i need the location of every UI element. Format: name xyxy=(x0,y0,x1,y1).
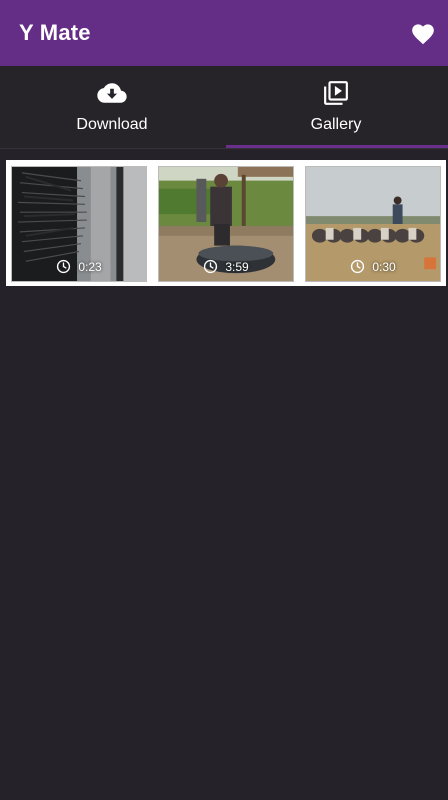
video-thumbnail[interactable]: 3:59 xyxy=(158,166,294,282)
video-duration-text: 0:23 xyxy=(78,259,102,274)
video-duration: 3:59 xyxy=(159,259,293,274)
tab-gallery-label: Gallery xyxy=(310,116,362,133)
tab-download-label: Download xyxy=(76,116,148,133)
tab-bar: Download Gallery xyxy=(0,66,448,150)
video-gallery: 0:23 3:59 0:30 xyxy=(6,160,446,286)
video-thumbnail[interactable]: 0:23 xyxy=(11,166,147,282)
tab-gallery[interactable]: Gallery xyxy=(224,66,448,150)
tab-divider xyxy=(0,148,448,149)
video-duration-text: 0:30 xyxy=(372,259,396,274)
cloud-download-icon xyxy=(97,78,127,108)
clock-icon xyxy=(350,259,365,274)
app-bar: Y Mate xyxy=(0,0,448,66)
tab-download[interactable]: Download xyxy=(0,66,224,150)
app-title: Y Mate xyxy=(19,20,91,45)
clock-icon xyxy=(56,259,71,274)
clock-icon xyxy=(203,259,218,274)
video-duration: 0:30 xyxy=(306,259,440,274)
video-library-icon xyxy=(321,78,351,108)
video-duration-text: 3:59 xyxy=(225,259,249,274)
favorites-button[interactable] xyxy=(410,20,436,46)
heart-icon xyxy=(412,24,434,45)
video-duration: 0:23 xyxy=(12,259,146,274)
video-thumbnail[interactable]: 0:30 xyxy=(305,166,441,282)
